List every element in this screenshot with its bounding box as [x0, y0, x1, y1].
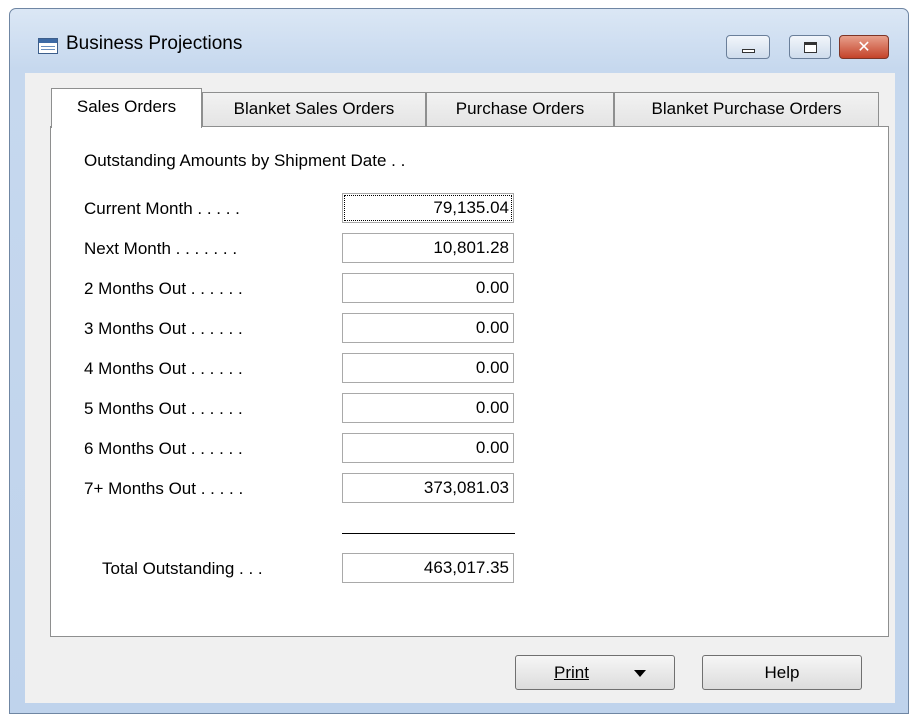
close-icon: ✕ — [857, 37, 871, 56]
2-months-out-label: 2 Months Out . . . . . . — [84, 279, 243, 298]
window-client-area: Sales Orders Blanket Sales Orders Purcha… — [25, 73, 895, 703]
minimize-icon — [742, 49, 755, 53]
minimize-button[interactable] — [726, 35, 770, 59]
tab-sales-orders[interactable]: Sales Orders — [51, 88, 202, 128]
business-projections-window: Business Projections ✕ Sales Orders Blan… — [9, 8, 909, 714]
print-button[interactable]: Print — [515, 655, 675, 690]
7-plus-months-out-label: 7+ Months Out . . . . . — [84, 479, 244, 498]
help-button[interactable]: Help — [702, 655, 862, 690]
5-months-out-field[interactable]: 0.00 — [342, 393, 514, 423]
current-month-label: Current Month . . . . . — [84, 199, 240, 218]
7-plus-months-out-field[interactable]: 373,081.03 — [342, 473, 514, 503]
current-month-field[interactable]: 79,135.04 — [342, 193, 514, 223]
sales-orders-panel: Outstanding Amounts by Shipment Date . .… — [50, 126, 889, 637]
tab-blanket-purchase-orders[interactable]: Blanket Purchase Orders — [614, 92, 879, 126]
maximize-button[interactable] — [789, 35, 831, 59]
close-button[interactable]: ✕ — [839, 35, 889, 59]
3-months-out-label: 3 Months Out . . . . . . — [84, 319, 243, 338]
next-month-label: Next Month . . . . . . . — [84, 239, 238, 258]
4-months-out-field[interactable]: 0.00 — [342, 353, 514, 383]
6-months-out-field[interactable]: 0.00 — [342, 433, 514, 463]
table-icon[interactable] — [38, 38, 58, 54]
total-outstanding-field[interactable]: 463,017.35 — [342, 553, 514, 583]
tab-purchase-orders[interactable]: Purchase Orders — [426, 92, 614, 126]
total-outstanding-label: Total Outstanding . . . — [102, 559, 263, 578]
4-months-out-label: 4 Months Out . . . . . . — [84, 359, 243, 378]
tab-blanket-sales-orders[interactable]: Blanket Sales Orders — [202, 92, 426, 126]
5-months-out-label: 5 Months Out . . . . . . — [84, 399, 243, 418]
next-month-field[interactable]: 10,801.28 — [342, 233, 514, 263]
dropdown-arrow-icon[interactable] — [634, 670, 646, 677]
title-bar[interactable]: Business Projections ✕ — [10, 9, 908, 73]
print-button-label: Print — [554, 663, 589, 682]
section-heading: Outstanding Amounts by Shipment Date . . — [84, 151, 406, 170]
2-months-out-field[interactable]: 0.00 — [342, 273, 514, 303]
6-months-out-label: 6 Months Out . . . . . . — [84, 439, 243, 458]
total-divider — [342, 533, 515, 534]
3-months-out-field[interactable]: 0.00 — [342, 313, 514, 343]
window-title: Business Projections — [66, 33, 243, 54]
maximize-icon — [804, 42, 817, 53]
